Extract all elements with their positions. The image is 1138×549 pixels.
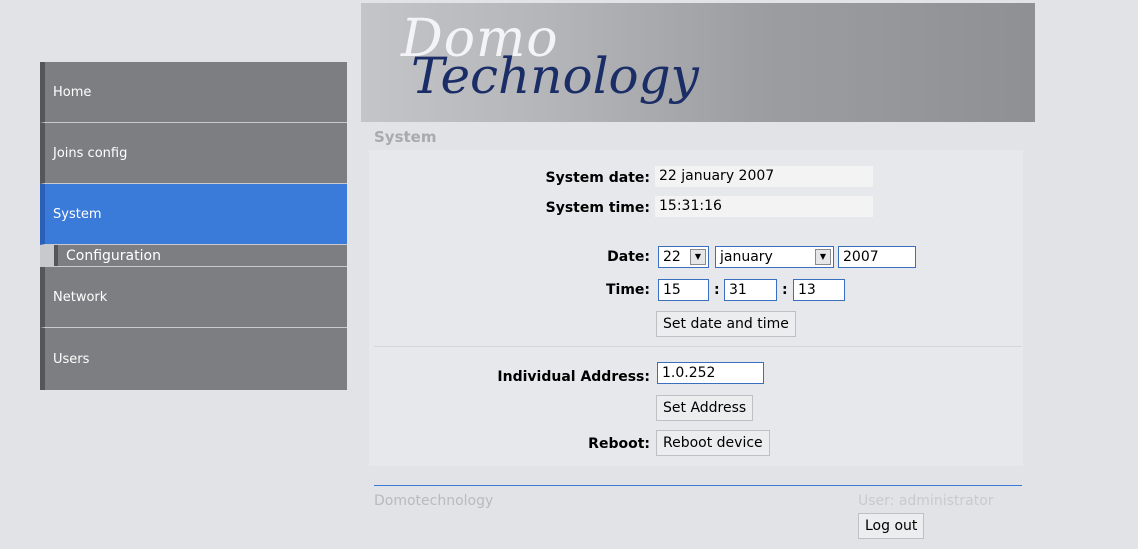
page-title: System [374,128,437,146]
sidebar-item-home[interactable]: Home [40,62,347,123]
set-address-button[interactable]: Set Address [656,395,754,421]
date-month-select[interactable]: january ▼ [715,246,834,268]
sidebar-item-label: Users [53,351,90,367]
footer-brand: Domotechnology [374,493,494,509]
section-divider [374,346,1022,347]
date-month-value: january [720,249,773,265]
date-year-input[interactable] [838,246,916,268]
reboot-device-button[interactable]: Reboot device [656,430,770,456]
date-day-select[interactable]: 22 ▼ [658,246,709,268]
time-separator: : [782,282,788,298]
date-label: Date: [607,249,650,265]
system-time-label: System time: [545,200,650,216]
sidebar-item-label: Joins config [53,145,128,161]
sidebar-item-users[interactable]: Users [40,328,347,390]
chevron-down-icon[interactable]: ▼ [815,249,831,265]
set-date-time-button[interactable]: Set date and time [656,311,796,337]
footer-divider [374,485,1022,486]
sidebar-item-label: Configuration [66,247,161,264]
time-minute-input[interactable] [724,279,777,301]
individual-address-input[interactable] [657,362,764,384]
system-time-value: 15:31:16 [655,196,873,217]
sidebar-item-label: Network [53,289,108,305]
sidebar-item-label: Home [53,84,92,100]
reboot-label: Reboot: [588,436,650,452]
system-date-value: 22 january 2007 [655,166,873,187]
chevron-down-icon[interactable]: ▼ [690,249,706,265]
system-date-label: System date: [545,170,650,186]
sidebar-item-label: System [53,206,102,222]
footer-user-label: User: administrator [858,493,994,509]
sidebar-item-system[interactable]: System [40,184,347,245]
logo-technology-text: Technology [411,47,699,105]
sidebar-item-joins-config[interactable]: Joins config [40,123,347,184]
sidebar-item-network[interactable]: Network [40,267,347,328]
time-label: Time: [605,282,650,298]
individual-address-label: Individual Address: [497,369,650,385]
logout-button[interactable]: Log out [858,513,925,539]
header-banner: Domo Technology [361,3,1035,122]
time-hour-input[interactable] [658,279,709,301]
date-day-value: 22 [663,249,681,265]
time-separator: : [714,282,720,298]
time-second-input[interactable] [793,279,845,301]
sidebar-nav: Home Joins config System Configuration N… [40,62,347,390]
sidebar-subitem-configuration[interactable]: Configuration [40,245,347,267]
